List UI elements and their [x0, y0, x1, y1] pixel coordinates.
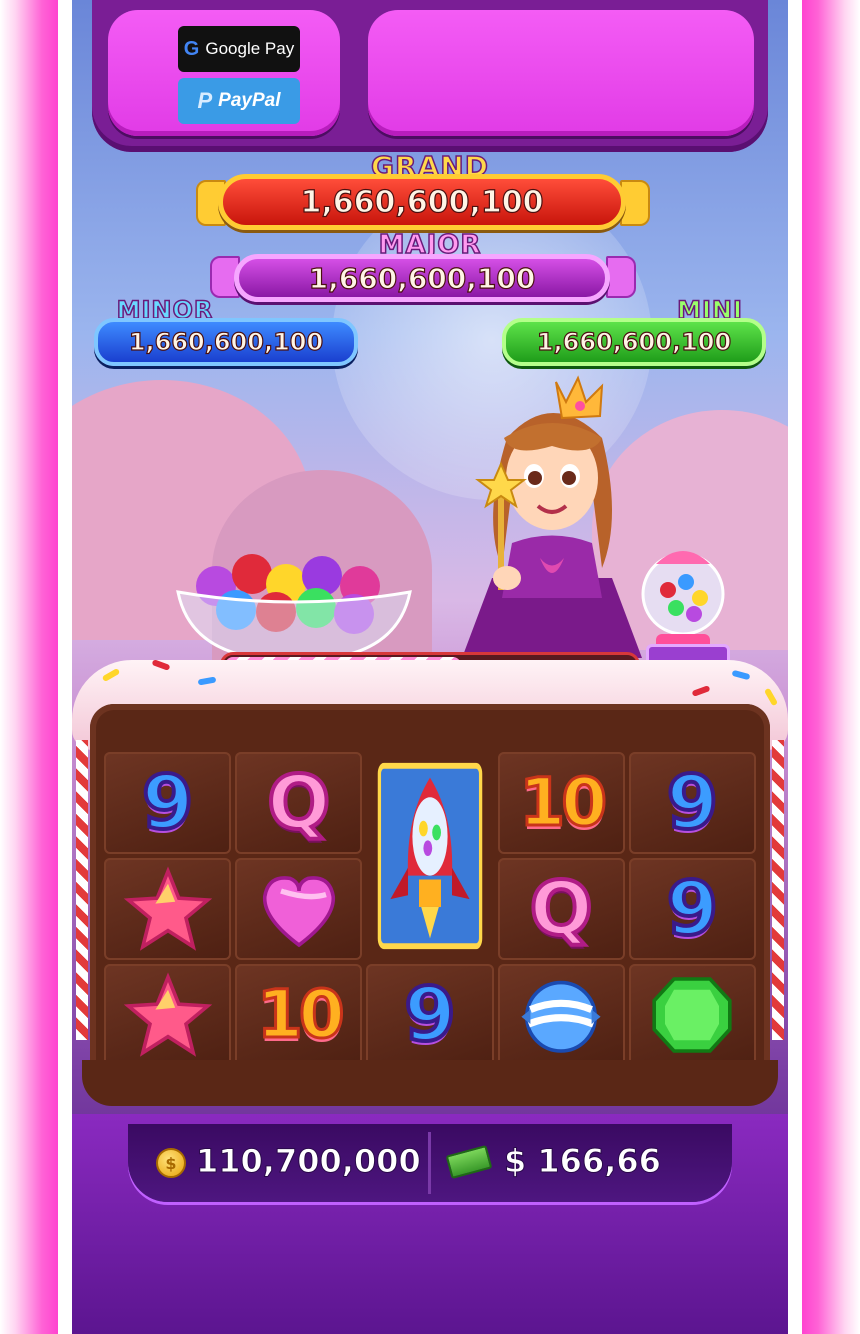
reel-cell-9: 9: [104, 752, 232, 854]
reel-cell-10: 10: [497, 752, 625, 854]
chocolate-drip: [82, 1060, 778, 1106]
google-g-icon: G: [183, 37, 200, 60]
coin-icon: $: [156, 1148, 186, 1178]
payment-panel: G Google Pay P PayPal: [92, 0, 768, 152]
reel-cell-rocket-gumball: [366, 752, 493, 960]
princess-character: [462, 375, 642, 658]
paypal-button[interactable]: P PayPal: [178, 78, 300, 124]
left-border: [58, 0, 72, 1334]
mini-jackpot-value: 1,660,600,100: [502, 318, 766, 366]
game-stage: G Google Pay P PayPal GRAND 1,660,600,10…: [72, 0, 788, 1334]
reel-cell-q: Q: [497, 858, 625, 960]
paypal-p-icon: P: [197, 88, 213, 113]
reel-cell-heart-candy: [235, 858, 363, 960]
star-candy-symbol: [123, 866, 212, 951]
payment-methods-box: G Google Pay P PayPal: [108, 10, 340, 136]
left-neon-frame: [0, 0, 60, 1334]
reel-cell-9: 9: [628, 858, 756, 960]
major-jackpot-value: 1,660,600,100: [234, 254, 610, 302]
symbol-9: 9: [402, 972, 457, 1058]
candy-bowl: [176, 554, 412, 662]
reel-cell-q: Q: [235, 752, 363, 854]
google-pay-label: Google Pay: [205, 39, 295, 58]
candy-cane-left: [76, 740, 88, 1040]
right-border: [788, 0, 802, 1334]
minor-jackpot-value: 1,660,600,100: [94, 318, 358, 366]
heart-candy-symbol: [262, 876, 335, 948]
right-neon-frame: [800, 0, 860, 1334]
empty-promo-box[interactable]: [368, 10, 754, 136]
symbol-10: 10: [518, 764, 609, 841]
reel-grid[interactable]: 9 Q 10 9 Q 9 10 9: [104, 752, 756, 1066]
symbol-10: 10: [255, 976, 346, 1053]
swirl-candy-symbol: [521, 980, 601, 1053]
reel-cell-10: 10: [235, 964, 363, 1066]
reel-cell-9: 9: [366, 964, 494, 1066]
reel-cell-swirl-candy: [497, 964, 625, 1066]
symbol-q: Q: [265, 760, 332, 846]
symbol-q: Q: [528, 866, 595, 952]
rocket-gumball-symbol: [377, 762, 483, 950]
reel-cell-star-candy: [104, 964, 232, 1066]
google-pay-button[interactable]: G Google Pay: [178, 26, 300, 72]
candy-wrapper-right: [606, 256, 636, 298]
cash-balance: $ 166,66: [504, 1142, 662, 1181]
reel-cell-star-candy: [104, 858, 232, 960]
symbol-9: 9: [665, 760, 720, 846]
green-gem-symbol: [652, 977, 732, 1053]
symbol-9: 9: [140, 760, 195, 846]
paypal-label: PayPal: [218, 90, 281, 111]
coin-balance: 110,700,000: [196, 1142, 422, 1181]
balance-divider: [428, 1132, 431, 1194]
grand-jackpot-value: 1,660,600,100: [218, 174, 626, 230]
star-candy-symbol: [123, 972, 212, 1057]
candy-cane-right: [772, 740, 784, 1040]
reel-cell-green-gem: [628, 964, 756, 1066]
symbol-9: 9: [665, 866, 720, 952]
reel-cell-9: 9: [628, 752, 756, 854]
